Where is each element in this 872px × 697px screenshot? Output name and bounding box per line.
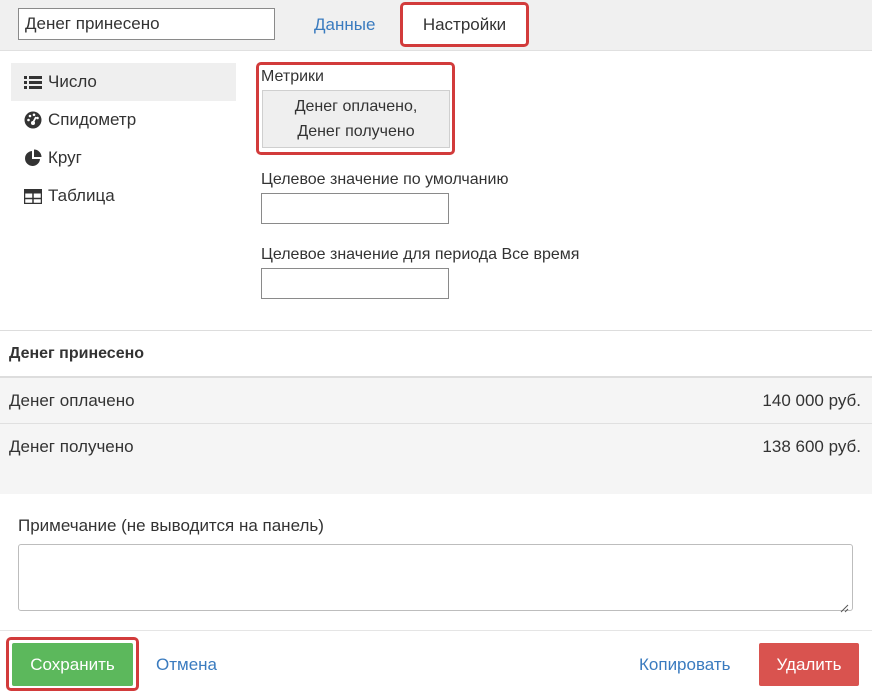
table-footer-band (0, 470, 872, 494)
sidebar-item-speedometer[interactable]: Спидометр (11, 101, 236, 139)
metrics-selected-1: Денег оплачено, (294, 98, 418, 115)
sidebar-item-label: Спидометр (48, 110, 137, 129)
row-metric-value: 140 000 руб. (762, 391, 861, 410)
period-target-label: Целевое значение для периода Все время (261, 246, 580, 263)
tab-settings[interactable]: Настройки (400, 2, 529, 47)
cancel-link[interactable]: Отмена (156, 655, 217, 675)
table-row: Денег оплачено 140 000 руб. (0, 378, 872, 424)
default-target-input[interactable] (261, 193, 449, 224)
table-title: Денег принесено (9, 345, 145, 362)
resize-grip-icon[interactable] (840, 598, 849, 613)
sidebar-item-table[interactable]: Таблица (11, 177, 236, 215)
copy-link[interactable]: Копировать (639, 655, 731, 675)
sidebar-item-label: Число (48, 72, 97, 91)
sidebar-item-label: Круг (48, 148, 82, 167)
view-type-sidebar: Число Спидометр Круг Таблица (11, 63, 236, 215)
table-row: Денег получено 138 600 руб. (0, 424, 872, 470)
note-label: Примечание (не выводится на панель) (18, 516, 324, 535)
save-button[interactable]: Сохранить (12, 643, 133, 686)
table-icon (23, 187, 43, 205)
widget-header: Данные Настройки (0, 0, 872, 51)
widget-name-input[interactable] (18, 8, 275, 40)
row-metric-value: 138 600 руб. (762, 437, 861, 456)
period-target-input[interactable] (261, 268, 449, 299)
sidebar-item-label: Таблица (48, 186, 115, 205)
tab-data[interactable]: Данные (314, 15, 375, 35)
metrics-selected-2: Денег получено (297, 123, 415, 140)
list-icon (23, 73, 43, 91)
row-metric-name: Денег оплачено (9, 391, 135, 410)
pie-chart-icon (23, 149, 43, 167)
default-target-label: Целевое значение по умолчанию (261, 171, 509, 188)
speedometer-icon (23, 111, 43, 129)
sidebar-item-pie[interactable]: Круг (11, 139, 236, 177)
delete-button[interactable]: Удалить (759, 643, 859, 686)
sidebar-item-number[interactable]: Число (11, 63, 236, 101)
row-metric-name: Денег получено (9, 437, 134, 456)
note-textarea[interactable] (18, 544, 853, 613)
metrics-label: Метрики (261, 68, 324, 85)
divider (0, 330, 872, 331)
metrics-select[interactable]: Денег оплачено, Денег получено (262, 90, 450, 148)
divider (0, 630, 872, 631)
